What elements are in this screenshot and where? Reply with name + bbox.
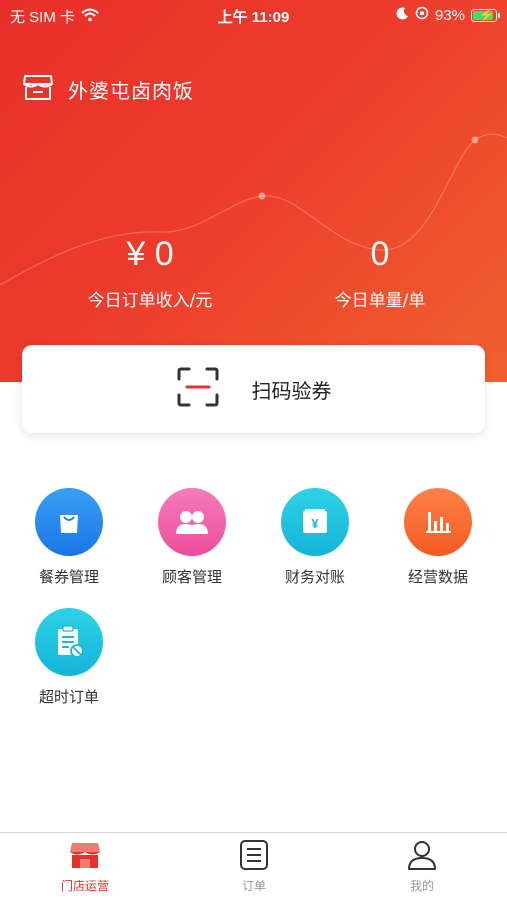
- user-icon: [406, 841, 438, 875]
- store-header[interactable]: 外婆屯卤肉饭: [22, 72, 194, 106]
- tab-store-operations[interactable]: 门店运营: [25, 839, 145, 894]
- orientation-lock-icon: [415, 6, 429, 24]
- tab-orders[interactable]: 订单: [194, 839, 314, 894]
- tab-mine[interactable]: 我的: [362, 839, 482, 894]
- order-list-icon: [238, 840, 270, 875]
- shopping-bag-icon: [35, 488, 103, 556]
- wallet-yuan-icon: ¥: [281, 488, 349, 556]
- grid-label-coupon: 餐券管理: [38, 568, 99, 586]
- today-orders-label: 今日单量/单: [334, 291, 426, 311]
- today-income-stat: ¥ 0 今日订单收入/元: [60, 235, 240, 311]
- store-name: 外婆屯卤肉饭: [68, 78, 194, 103]
- tab-label-orders: 订单: [241, 879, 266, 893]
- status-bar: 无 SIM 卡 上午 11:09 93% ⚡: [0, 0, 507, 30]
- svg-text:¥: ¥: [311, 516, 319, 531]
- clipboard-block-icon: [35, 608, 103, 676]
- bottom-tab-bar: 门店运营 订单 我的: [0, 832, 507, 900]
- today-orders-stat: 0 今日单量/单: [300, 235, 460, 311]
- battery-percent: 93%: [434, 6, 465, 24]
- moon-icon: [396, 6, 409, 24]
- store-icon: [22, 72, 54, 106]
- scan-icon: [176, 367, 220, 411]
- grid-label-data: 经营数据: [407, 568, 468, 586]
- users-icon: [158, 488, 226, 556]
- grid-item-coupon[interactable]: 餐券管理: [14, 488, 124, 587]
- today-income-value: ¥ 0: [126, 235, 174, 273]
- today-orders-value: 0: [370, 235, 390, 273]
- today-income-label: 今日订单收入/元: [87, 291, 213, 311]
- grid-item-customer[interactable]: 顾客管理: [137, 488, 247, 587]
- grid-label-timeout: 超时订单: [38, 688, 99, 706]
- store-tab-icon: [68, 843, 102, 875]
- decorative-wave: [0, 133, 507, 286]
- grid-label-customer: 顾客管理: [161, 568, 222, 586]
- grid-item-finance[interactable]: ¥ 财务对账: [260, 488, 370, 587]
- grid-item-data[interactable]: 经营数据: [383, 488, 493, 587]
- bar-chart-icon: [404, 488, 472, 556]
- battery-icon: ⚡: [471, 8, 500, 22]
- scan-verify-button[interactable]: 扫码验券: [22, 345, 485, 433]
- tab-label-store: 门店运营: [60, 879, 109, 893]
- tab-label-mine: 我的: [409, 879, 434, 893]
- header-banner: 无 SIM 卡 上午 11:09 93% ⚡ 外婆屯卤肉饭 ¥ 0 今日订单收入…: [0, 0, 507, 382]
- grid-label-finance: 财务对账: [284, 568, 345, 586]
- grid-item-timeout[interactable]: 超时订单: [14, 608, 124, 707]
- scan-verify-label: 扫码验券: [251, 378, 332, 403]
